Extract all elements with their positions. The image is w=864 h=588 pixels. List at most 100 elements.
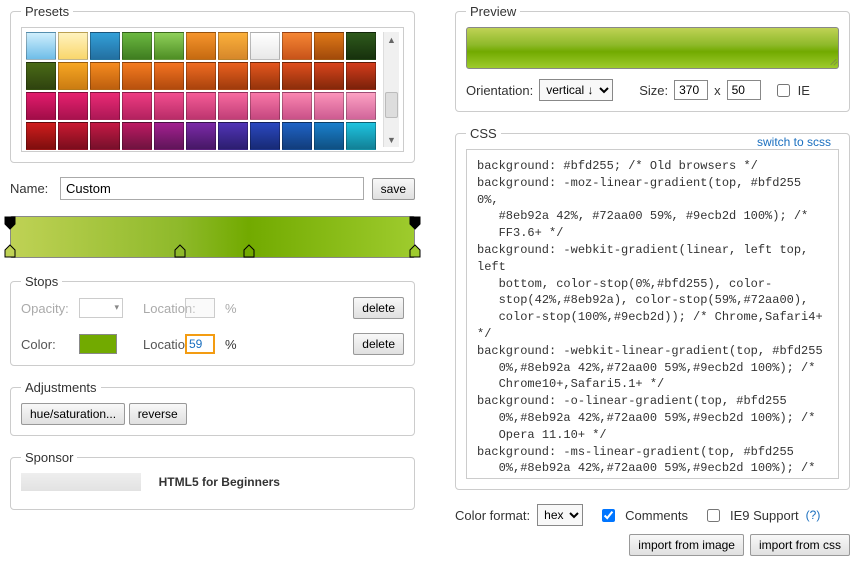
preset-swatch[interactable] bbox=[154, 32, 184, 60]
percent-1: % bbox=[225, 301, 243, 316]
hue-saturation-button[interactable]: hue/saturation... bbox=[21, 403, 125, 425]
comments-label: Comments bbox=[625, 508, 688, 523]
preset-swatch[interactable] bbox=[26, 62, 56, 90]
preset-swatch[interactable] bbox=[218, 122, 248, 150]
preset-swatch[interactable] bbox=[346, 92, 376, 120]
import-from-image-button[interactable]: import from image bbox=[629, 534, 744, 556]
preset-swatch[interactable] bbox=[122, 62, 152, 90]
ie-checkbox[interactable] bbox=[777, 84, 790, 97]
preset-swatch[interactable] bbox=[90, 92, 120, 120]
preset-swatch[interactable] bbox=[122, 32, 152, 60]
preset-swatch[interactable] bbox=[314, 32, 344, 60]
import-from-css-button[interactable]: import from css bbox=[750, 534, 850, 556]
preset-swatch[interactable] bbox=[186, 122, 216, 150]
preset-swatch[interactable] bbox=[154, 122, 184, 150]
preset-swatch[interactable] bbox=[250, 32, 280, 60]
preset-swatch[interactable] bbox=[282, 122, 312, 150]
caret-down-icon: ▾ bbox=[114, 302, 119, 313]
presets-scrollbar[interactable]: ▲ ▼ bbox=[383, 32, 399, 147]
preset-swatch[interactable] bbox=[250, 62, 280, 90]
ie9-help-link[interactable]: (?) bbox=[806, 508, 821, 522]
sponsor-panel: Sponsor HTML5 for Beginners bbox=[10, 450, 415, 510]
save-button[interactable]: save bbox=[372, 178, 415, 200]
color-stop[interactable] bbox=[243, 244, 255, 258]
preset-swatch[interactable] bbox=[186, 62, 216, 90]
color-format-label: Color format: bbox=[455, 508, 530, 523]
gradient-editor[interactable] bbox=[10, 216, 415, 258]
color-format-select[interactable]: hex bbox=[537, 504, 583, 526]
preset-swatch[interactable] bbox=[346, 62, 376, 90]
color-stop[interactable] bbox=[4, 244, 16, 258]
opacity-stop[interactable] bbox=[409, 216, 421, 230]
presets-legend: Presets bbox=[21, 4, 73, 19]
preset-swatch[interactable] bbox=[58, 32, 88, 60]
preset-swatch[interactable] bbox=[346, 32, 376, 60]
scroll-thumb[interactable] bbox=[385, 92, 398, 118]
preset-swatch[interactable] bbox=[250, 92, 280, 120]
size-label: Size: bbox=[639, 83, 668, 98]
preset-swatch[interactable] bbox=[90, 122, 120, 150]
preset-swatch[interactable] bbox=[250, 122, 280, 150]
preset-swatch[interactable] bbox=[314, 62, 344, 90]
preset-swatch[interactable] bbox=[218, 32, 248, 60]
preset-swatch[interactable] bbox=[314, 122, 344, 150]
preset-swatch[interactable] bbox=[90, 32, 120, 60]
opacity-stop[interactable] bbox=[4, 216, 16, 230]
color-stop[interactable] bbox=[174, 244, 186, 258]
preset-swatch[interactable] bbox=[90, 62, 120, 90]
orientation-select[interactable]: vertical ↓ bbox=[539, 79, 613, 101]
preset-swatch[interactable] bbox=[186, 32, 216, 60]
name-label: Name: bbox=[10, 181, 52, 196]
preset-swatch[interactable] bbox=[122, 92, 152, 120]
size-height-input[interactable] bbox=[727, 80, 761, 100]
opacity-location-label: Location: bbox=[143, 301, 185, 316]
adjustments-legend: Adjustments bbox=[21, 380, 101, 395]
preset-swatch[interactable] bbox=[58, 62, 88, 90]
preset-swatch[interactable] bbox=[58, 122, 88, 150]
scroll-up-icon[interactable]: ▲ bbox=[384, 32, 399, 47]
size-width-input[interactable] bbox=[674, 80, 708, 100]
preset-swatch[interactable] bbox=[154, 92, 184, 120]
name-row: Name: save bbox=[10, 177, 415, 200]
color-chip[interactable] bbox=[79, 334, 117, 354]
presets-box: ▲ ▼ bbox=[21, 27, 404, 152]
color-delete-button[interactable]: delete bbox=[353, 333, 404, 355]
preset-swatch[interactable] bbox=[282, 32, 312, 60]
preset-swatch[interactable] bbox=[218, 62, 248, 90]
opacity-location-input bbox=[185, 298, 215, 318]
preset-swatch[interactable] bbox=[282, 92, 312, 120]
switch-to-scss-link[interactable]: switch to scss bbox=[757, 135, 831, 149]
preset-swatch[interactable] bbox=[282, 62, 312, 90]
ie9-checkbox[interactable] bbox=[707, 509, 720, 522]
sponsor-image[interactable] bbox=[21, 473, 141, 491]
preset-swatch[interactable] bbox=[26, 92, 56, 120]
preview-bar bbox=[466, 27, 839, 69]
preset-swatch[interactable] bbox=[58, 92, 88, 120]
comments-checkbox[interactable] bbox=[602, 509, 615, 522]
adjustments-panel: Adjustments hue/saturation... reverse bbox=[10, 380, 415, 436]
css-legend: CSS bbox=[466, 126, 501, 141]
resize-handle-icon[interactable] bbox=[825, 55, 837, 67]
preset-swatch[interactable] bbox=[26, 32, 56, 60]
preview-legend: Preview bbox=[466, 4, 520, 19]
gradient-bar[interactable] bbox=[10, 216, 415, 258]
preset-swatch[interactable] bbox=[26, 122, 56, 150]
color-stop[interactable] bbox=[409, 244, 421, 258]
preset-swatch[interactable] bbox=[122, 122, 152, 150]
preset-swatch[interactable] bbox=[186, 92, 216, 120]
color-location-input[interactable] bbox=[185, 334, 215, 354]
opacity-delete-button[interactable]: delete bbox=[353, 297, 404, 319]
scroll-down-icon[interactable]: ▼ bbox=[384, 132, 399, 147]
css-output[interactable]: background: #bfd255; /* Old browsers */ … bbox=[466, 149, 839, 479]
preset-swatch[interactable] bbox=[314, 92, 344, 120]
presets-panel: Presets ▲ ▼ bbox=[10, 4, 415, 163]
sponsor-title[interactable]: HTML5 for Beginners bbox=[159, 475, 280, 489]
reverse-button[interactable]: reverse bbox=[129, 403, 187, 425]
percent-2: % bbox=[225, 337, 243, 352]
preset-swatch[interactable] bbox=[346, 122, 376, 150]
stops-legend: Stops bbox=[21, 274, 62, 289]
preset-swatch[interactable] bbox=[218, 92, 248, 120]
preset-swatch[interactable] bbox=[154, 62, 184, 90]
name-input[interactable] bbox=[60, 177, 364, 200]
preview-panel: Preview Orientation: vertical ↓ Size: x … bbox=[455, 4, 850, 112]
